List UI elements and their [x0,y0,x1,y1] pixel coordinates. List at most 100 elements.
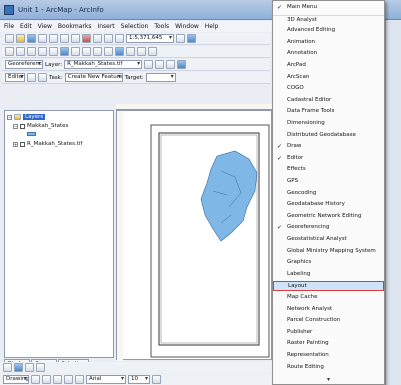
collapse-icon[interactable]: − [7,114,12,120]
toc-row-layers[interactable]: − Layers [7,114,46,120]
collapse-icon[interactable]: − [13,123,18,129]
undo-icon[interactable] [93,34,102,43]
find-icon[interactable] [126,47,135,56]
new-document-icon[interactable] [5,34,14,43]
menu-item-gps[interactable]: GPS [273,177,384,186]
layout-view[interactable] [116,110,272,361]
toc-layer-label[interactable]: R_Makkah_States.tif [27,141,82,147]
arctoolbox-icon[interactable] [187,34,196,43]
menu-item-map-cache[interactable]: Map Cache [273,293,384,302]
menu-view[interactable]: View [38,23,52,30]
menu-item-georeferencing[interactable]: Georeferencing ✓ [273,223,384,232]
add-control-points-icon[interactable] [166,60,176,69]
menu-item-dimensioning[interactable]: Dimensioning [273,119,384,128]
menu-item-annotation[interactable]: Annotation [273,49,384,58]
font-size-select[interactable]: 10 [128,375,150,384]
map-scale-combo[interactable]: 1:5,371,645 [126,34,174,43]
rotate-icon[interactable] [144,60,154,69]
menu-insert[interactable]: Insert [97,23,114,30]
add-data-icon[interactable] [115,34,124,43]
menu-item-global-ministry-mapping-system[interactable]: Global Ministry Mapping System [273,247,384,256]
menu-item-geostatistical-analyst[interactable]: Geostatistical Analyst [273,235,384,244]
menu-item-advanced-editing[interactable]: Advanced Editing [273,26,384,35]
menu-window[interactable]: Window [175,23,199,30]
forward-extent-icon[interactable] [82,47,91,56]
refresh-icon[interactable] [25,363,34,372]
text-tool-icon[interactable] [64,375,73,384]
menu-help[interactable]: Help [205,23,219,30]
menu-item-geometric-network-editing[interactable]: Geometric Network Editing [273,212,384,221]
fixed-zoom-out-icon[interactable] [38,47,47,56]
delete-icon[interactable] [82,34,91,43]
menu-item-data-frame-tools[interactable]: Data Frame Tools [273,107,384,116]
menu-item-arcpad[interactable]: ArcPad [273,61,384,70]
menu-item-3d-analyst[interactable]: 3D Analyst [273,14,384,24]
zoom-out-icon[interactable] [16,47,25,56]
menu-item-editor[interactable]: Editor ✓ [273,154,384,163]
menu-item-effects[interactable]: Effects [273,165,384,174]
menu-item-cadastral-editor[interactable]: Cadastral Editor [273,96,384,105]
menu-item-graphics[interactable]: Graphics [273,258,384,267]
toc-row-layer-1[interactable]: − Makkah_States [13,123,68,129]
menu-item-network-analyst[interactable]: Network Analyst [273,305,384,314]
editor-menu[interactable]: Editor [5,73,25,82]
georeferencing-menu[interactable]: Georeferencing [5,60,43,69]
menu-item-geocoding[interactable]: Geocoding [273,189,384,198]
toc-layer-label[interactable]: Makkah_States [27,123,68,129]
save-icon[interactable] [27,34,36,43]
drawing-menu[interactable]: Drawing [3,375,29,384]
back-extent-icon[interactable] [71,47,80,56]
menu-item-geodatabase-history[interactable]: Geodatabase History [273,200,384,209]
paste-icon[interactable] [71,34,80,43]
print-icon[interactable] [38,34,47,43]
copy-icon[interactable] [60,34,69,43]
menu-item-animation[interactable]: Animation [273,38,384,47]
pan-icon[interactable] [49,47,58,56]
menu-item-cogo[interactable]: COGO [273,84,384,93]
sketch-tool-icon[interactable] [38,73,47,82]
shift-icon[interactable] [155,60,165,69]
spline-text-icon[interactable] [75,375,84,384]
menu-selection[interactable]: Selection [121,23,149,30]
menu-item-representation[interactable]: Representation [273,351,384,360]
full-extent-icon[interactable] [60,47,69,56]
menu-item-raster-painting[interactable]: Raster Painting [273,339,384,348]
layer-visibility-checkbox[interactable] [20,123,25,129]
layer-select[interactable]: R_Makkah_States.tif [64,60,143,69]
cut-icon[interactable] [49,34,58,43]
menu-item-publisher[interactable]: Publisher [273,328,384,337]
toc-row-layer-2[interactable]: + R_Makkah_States.tif [13,141,82,147]
fixed-zoom-in-icon[interactable] [27,47,36,56]
menu-item-labeling[interactable]: Labeling [273,270,384,279]
select-elements-icon[interactable] [104,47,113,56]
polygon-symbol-swatch[interactable] [27,132,36,136]
font-name-select[interactable]: Arial [86,375,126,384]
pause-drawing-icon[interactable] [36,363,45,372]
select-features-icon[interactable] [93,47,102,56]
target-select[interactable] [145,73,176,82]
open-icon[interactable] [16,34,25,43]
menu-item-layout[interactable]: Layout [273,281,384,291]
layout-view-icon[interactable] [14,363,23,372]
hyperlink-icon[interactable] [148,47,157,56]
zoom-in-icon[interactable] [5,47,14,56]
task-select[interactable]: Create New Feature [64,73,123,82]
redo-icon[interactable] [104,34,113,43]
rotate-tool-icon[interactable] [42,375,51,384]
layer-visibility-checkbox[interactable] [20,141,25,147]
menu-item-arcscan[interactable]: ArcScan [273,73,384,82]
editor-toolbar-icon[interactable] [176,34,185,43]
expand-icon[interactable]: + [13,141,18,147]
bold-icon[interactable] [152,375,161,384]
menu-bookmarks[interactable]: Bookmarks [58,23,92,30]
menu-file[interactable]: File [4,23,14,30]
data-view-icon[interactable] [3,363,12,372]
menu-tools[interactable]: Tools [154,23,169,30]
rectangle-tool-icon[interactable] [53,375,62,384]
menu-item-route-editing[interactable]: Route Editing [273,363,384,372]
view-link-table-icon[interactable] [177,60,187,69]
toc-layers-label[interactable]: Layers [23,114,46,120]
identify-icon[interactable] [115,47,124,56]
menu-item-distributed-geodatabase[interactable]: Distributed Geodatabase [273,131,384,140]
menu-item-main-menu[interactable]: Main Menu ✓ [273,3,384,12]
